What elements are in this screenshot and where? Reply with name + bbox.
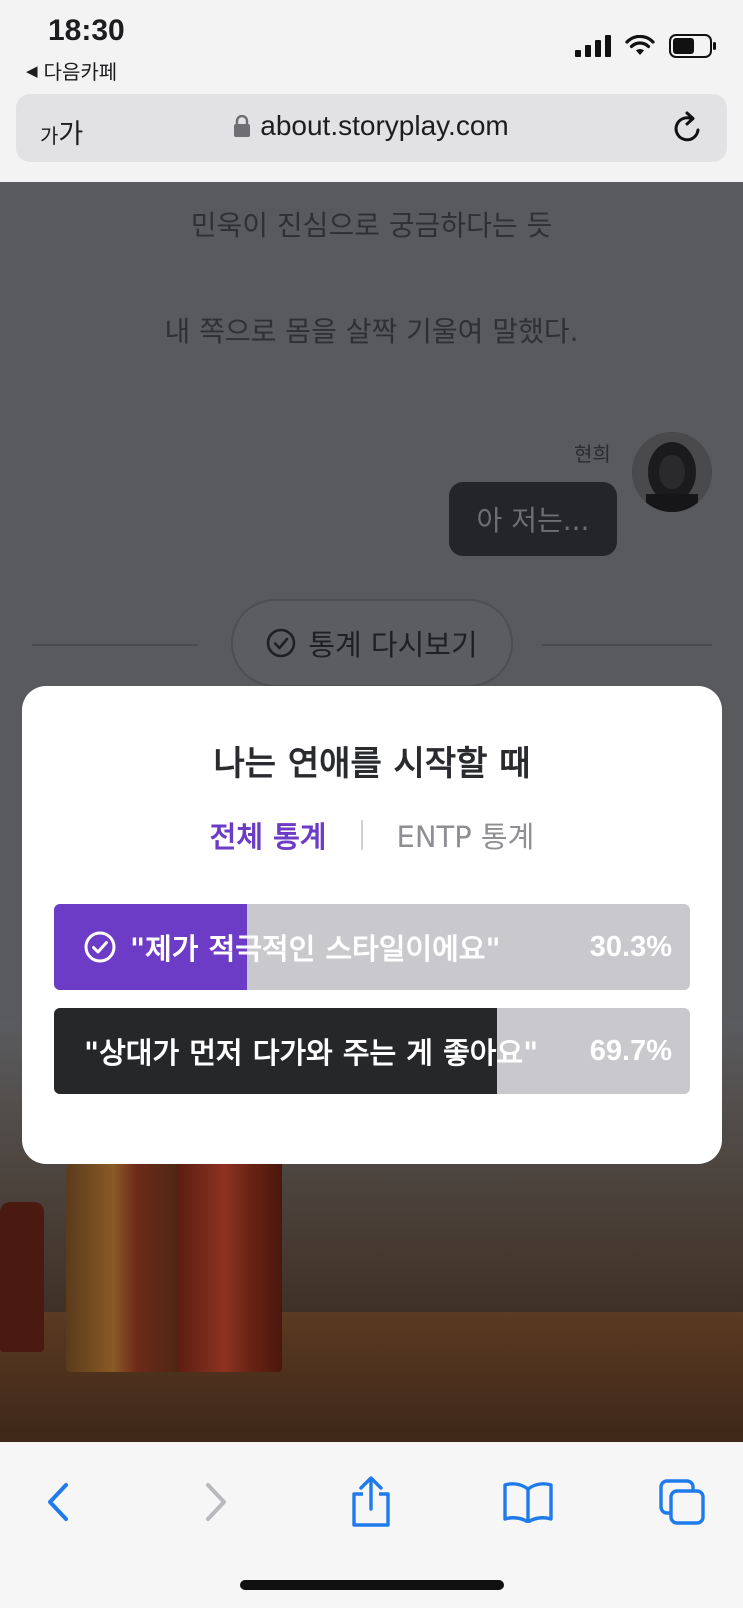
tab-all-stats[interactable]: 전체 통계: [210, 814, 327, 856]
browser-toolbar: [0, 1442, 743, 1608]
divider-right: [542, 644, 712, 646]
poll-option-2-content: "상대가 먼저 다가와 주는 게 좋아요": [84, 1008, 538, 1094]
divider-left: [32, 644, 198, 646]
poll-option-2[interactable]: "상대가 먼저 다가와 주는 게 좋아요" 69.7%: [54, 1008, 690, 1094]
back-button[interactable]: [28, 1472, 88, 1532]
tab-entp-stats[interactable]: ENTP 통계: [397, 814, 535, 856]
poll-option-2-percent: 69.7%: [589, 1034, 672, 1067]
back-icon: [48, 1483, 68, 1521]
status-icons: [575, 34, 717, 58]
lock-icon: [234, 115, 251, 137]
status-bar: 18:30 ◀ 다음카페: [0, 0, 743, 92]
poll-stats-modal: 나는 연애를 시작할 때 전체 통계 ENTP 통계 "제가 적극적인 스타일이…: [22, 686, 722, 1164]
speaker-avatar: [632, 432, 712, 512]
signal-icon: [575, 35, 611, 57]
clock: 18:30: [48, 14, 125, 47]
tab-separator: [360, 820, 363, 850]
reload-icon[interactable]: [671, 110, 705, 146]
spice-can-right: [178, 1142, 282, 1372]
poll-option-1-percent: 30.3%: [589, 930, 672, 963]
check-circle-icon: [267, 628, 296, 658]
bookmarks-icon: [503, 1482, 553, 1523]
holder-left: [0, 1202, 44, 1352]
view-stats-again-button[interactable]: 통계 다시보기: [231, 599, 513, 687]
wifi-icon: [625, 35, 655, 55]
tabs-icon: [659, 1479, 705, 1525]
share-icon: [352, 1476, 390, 1527]
back-app-label: 다음카페: [43, 60, 118, 84]
tabs-button[interactable]: [652, 1472, 712, 1532]
poll-question: 나는 연애를 시작할 때: [213, 744, 531, 784]
avatar-silhouette-icon: [632, 432, 712, 512]
url-text: about.storyplay.com: [260, 110, 509, 141]
spice-can-left: [66, 1162, 184, 1372]
forward-button[interactable]: [186, 1472, 246, 1532]
poll-option-1-content: "제가 적극적인 스타일이에요": [84, 904, 501, 990]
selected-check-icon: [84, 931, 116, 963]
back-triangle-icon: ◀: [26, 61, 38, 80]
poll-option-1[interactable]: "제가 적극적인 스타일이에요" 30.3%: [54, 904, 690, 990]
speech-bubble: 아 저는...: [449, 482, 617, 556]
forward-icon: [206, 1483, 226, 1521]
poll-option-1-label: "제가 적극적인 스타일이에요": [130, 932, 501, 966]
speaker-name: 현희: [574, 442, 611, 466]
view-stats-again-label: 통계 다시보기: [308, 628, 478, 662]
narration-line-2: 내 쪽으로 몸을 살짝 기울여 말했다.: [164, 315, 579, 348]
url-display[interactable]: about.storyplay.com: [16, 110, 727, 142]
share-button[interactable]: [341, 1472, 401, 1532]
back-to-app-link[interactable]: ◀ 다음카페: [26, 56, 117, 85]
home-indicator: [240, 1580, 504, 1590]
battery-icon: [669, 34, 716, 58]
bookmarks-button[interactable]: [498, 1472, 558, 1532]
narration-line-1: 민욱이 진심으로 궁금하다는 듯: [190, 209, 553, 242]
address-bar[interactable]: 가가 about.storyplay.com: [16, 94, 727, 162]
poll-option-2-label: "상대가 먼저 다가와 주는 게 좋아요": [84, 1036, 539, 1070]
stats-tabs: 전체 통계 ENTP 통계: [22, 814, 722, 856]
